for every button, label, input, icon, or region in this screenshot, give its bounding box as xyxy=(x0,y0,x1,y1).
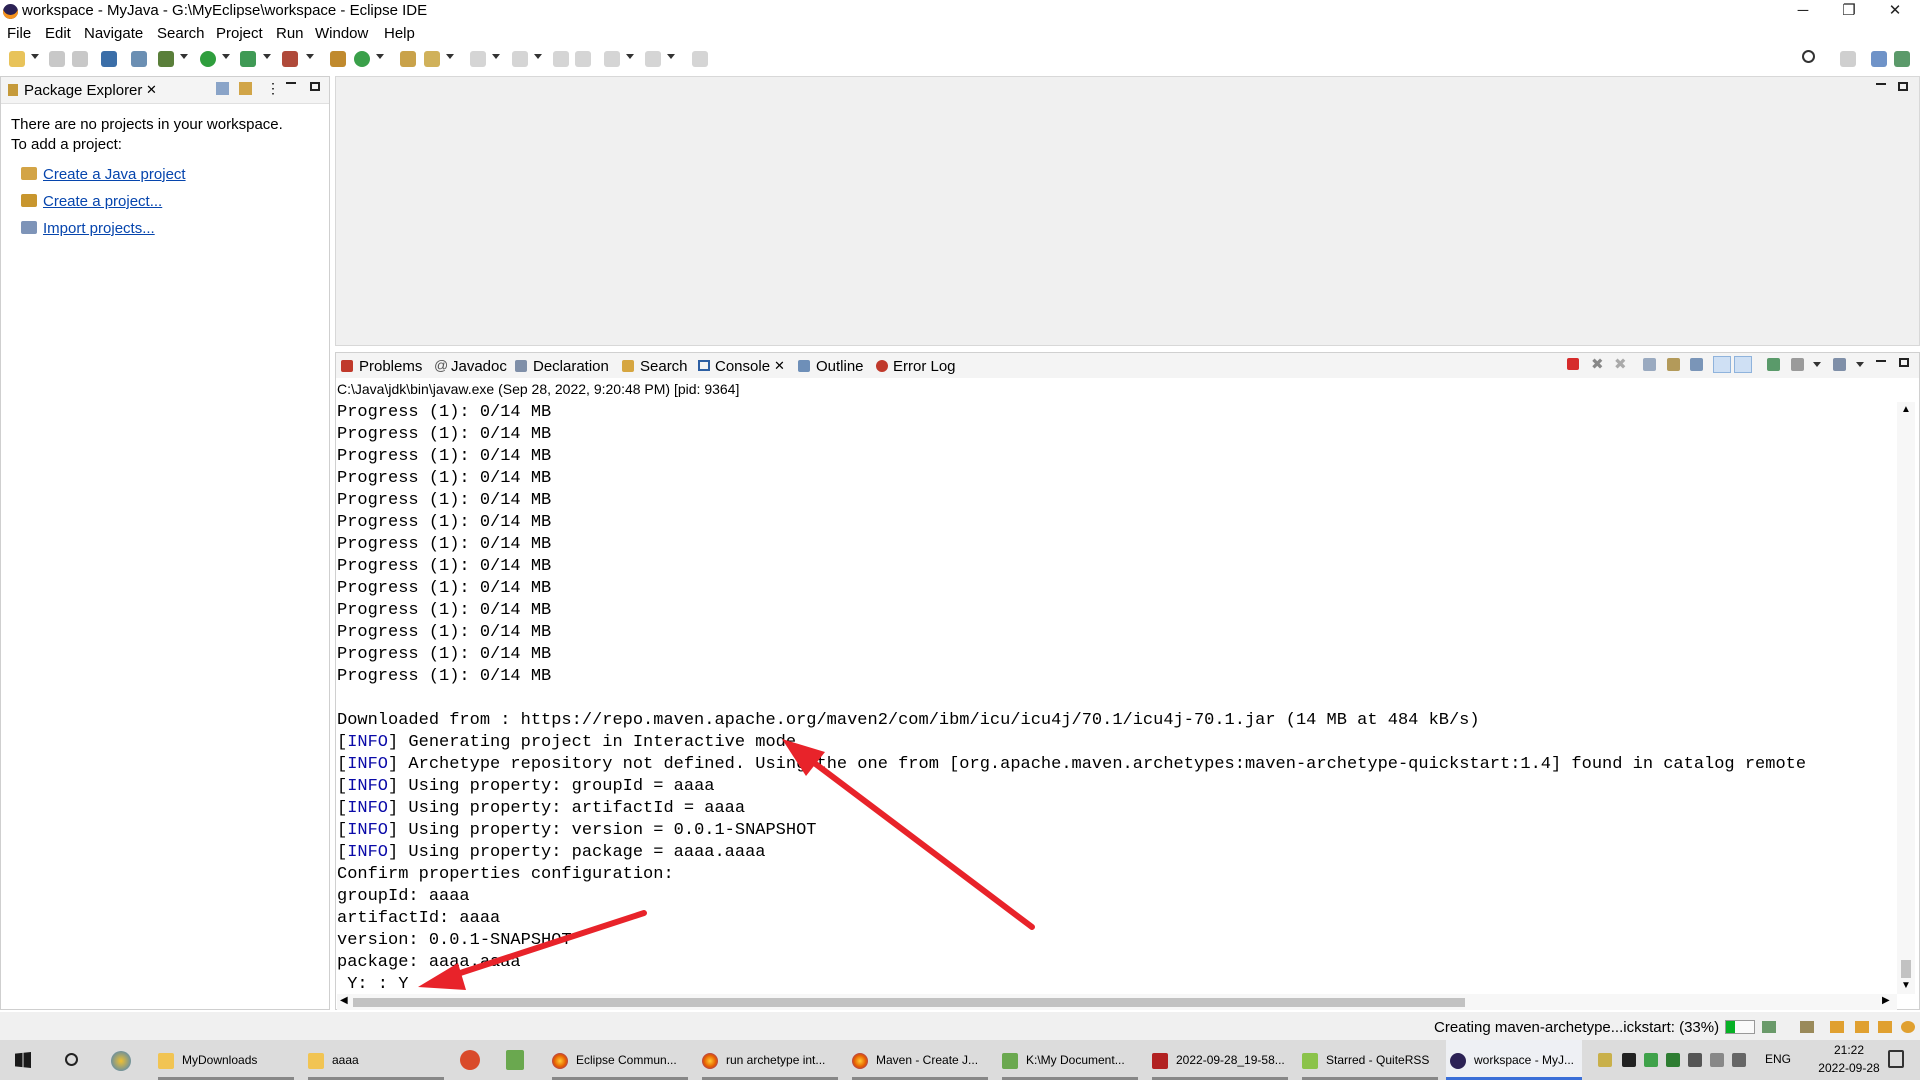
taskbar-item-label: 2022-09-28_19-58... xyxy=(1176,1053,1285,1067)
notepad-icon xyxy=(1002,1052,1018,1069)
taskbar-item-eclipse-community[interactable]: Eclipse Commun... xyxy=(552,1040,688,1080)
notification-center-icon[interactable] xyxy=(1888,1050,1904,1068)
tray-usb-icon[interactable] xyxy=(1688,1053,1702,1067)
taskbar-item-label: Maven - Create J... xyxy=(876,1053,979,1067)
taskbar-item-run-archetype[interactable]: run archetype int... xyxy=(702,1040,838,1080)
windows-start-icon[interactable] xyxy=(15,1052,31,1068)
taskbar-item-label: Starred - QuiteRSS xyxy=(1326,1053,1430,1067)
taskbar-item-quiterss[interactable]: Starred - QuiteRSS xyxy=(1302,1040,1438,1080)
status-progress-fill xyxy=(1726,1021,1736,1033)
eclipse-icon xyxy=(1450,1052,1466,1069)
taskbar-item-label: Eclipse Commun... xyxy=(576,1053,677,1067)
tips-icon[interactable] xyxy=(1830,1021,1844,1033)
taskbar-item-label: MyDownloads xyxy=(182,1053,258,1067)
taskbar-item-maven-create[interactable]: Maven - Create J... xyxy=(852,1040,988,1080)
firefox-icon xyxy=(552,1052,568,1069)
image-icon xyxy=(1152,1052,1168,1069)
annotation-arrowhead-1 xyxy=(782,739,825,776)
annotation-arrow-2 xyxy=(445,910,647,980)
taskbar-item-label: run archetype int... xyxy=(726,1053,826,1067)
tray-date[interactable]: 2022-09-28 xyxy=(1814,1061,1884,1075)
status-progress-bar xyxy=(1725,1020,1755,1034)
taskbar-item-screenshot[interactable]: 2022-09-28_19-58... xyxy=(1152,1040,1288,1080)
taskbar-search-icon[interactable] xyxy=(65,1053,78,1066)
tray-time[interactable]: 21:22 xyxy=(1819,1043,1879,1057)
annotation-arrow-1 xyxy=(802,753,1035,930)
annotation-arrowhead-2 xyxy=(418,963,466,990)
taskbar-item-aaaa[interactable]: aaaa xyxy=(308,1040,444,1080)
pinned-app-icon[interactable] xyxy=(460,1050,480,1070)
taskbar-item-my-documents[interactable]: K:\My Document... xyxy=(1002,1040,1138,1080)
tray-volume-icon[interactable] xyxy=(1732,1053,1746,1067)
firefox-icon xyxy=(852,1052,868,1069)
status-tool-icon[interactable] xyxy=(1800,1021,1814,1033)
firefox-icon xyxy=(702,1052,718,1069)
pinned-app-icon[interactable] xyxy=(111,1051,131,1071)
pinned-notepad-icon[interactable] xyxy=(506,1050,524,1070)
tray-app-icon[interactable] xyxy=(1598,1053,1612,1067)
progress-view-icon[interactable] xyxy=(1762,1021,1776,1033)
taskbar-item-label: workspace - MyJ... xyxy=(1474,1053,1575,1067)
rss-icon xyxy=(1302,1052,1318,1069)
taskbar-item-label: K:\My Document... xyxy=(1026,1053,1125,1067)
taskbar-item-label: aaaa xyxy=(332,1053,359,1067)
folder-icon xyxy=(308,1052,324,1069)
tray-app-icon[interactable] xyxy=(1622,1053,1636,1067)
tray-language[interactable]: ENG xyxy=(1765,1052,1791,1066)
learn-icon[interactable] xyxy=(1855,1021,1869,1033)
whats-new-icon[interactable] xyxy=(1878,1021,1892,1033)
tray-network-icon[interactable] xyxy=(1710,1053,1724,1067)
taskbar-item-eclipse-workspace[interactable]: workspace - MyJ... xyxy=(1446,1040,1582,1080)
taskbar-item-mydownloads[interactable]: MyDownloads xyxy=(158,1040,294,1080)
notifications-status-icon[interactable] xyxy=(1901,1021,1915,1033)
status-progress-text: Creating maven-archetype...ickstart: (33… xyxy=(1434,1019,1720,1036)
tray-app-icon[interactable] xyxy=(1644,1053,1658,1067)
annotation-arrows xyxy=(418,739,1035,990)
folder-icon xyxy=(158,1052,174,1069)
tray-shield-icon[interactable] xyxy=(1666,1053,1680,1067)
